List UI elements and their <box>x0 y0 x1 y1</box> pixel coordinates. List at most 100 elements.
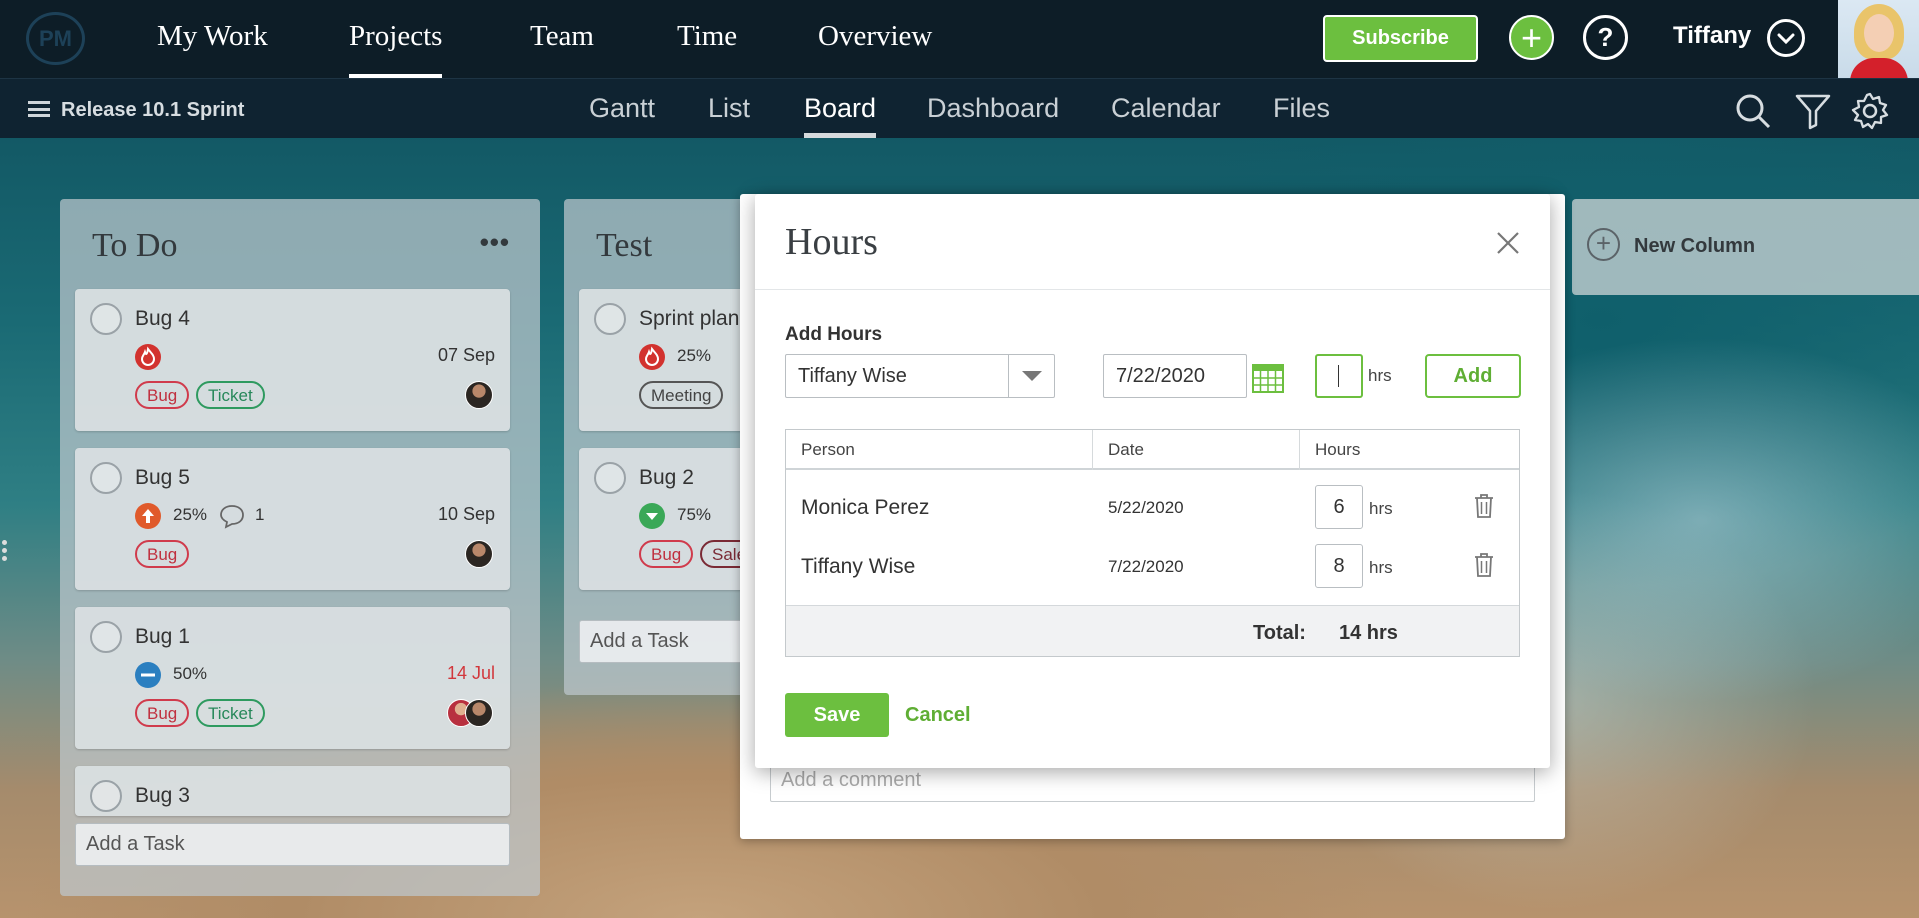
trash-icon[interactable] <box>1473 552 1495 578</box>
row-hours-unit: hrs <box>1369 558 1393 577</box>
progress-percent: 25% <box>677 346 712 365</box>
task-card[interactable]: Bug 5 25% 1 10 Sep Bug <box>75 448 510 590</box>
user-name[interactable]: Tiffany <box>1673 22 1751 50</box>
app-logo[interactable]: PM <box>26 12 85 65</box>
priority-medium-icon <box>135 662 161 688</box>
board-column-to-do: To Do ••• Bug 4 07 Sep Bug Ticket Bug 5 … <box>60 199 540 896</box>
date-input[interactable]: 7/22/2020 <box>1103 354 1247 398</box>
column-header-person: Person <box>801 440 855 459</box>
add-hours-button[interactable]: Add <box>1425 354 1521 398</box>
complete-checkbox[interactable] <box>594 462 626 494</box>
user-menu-chevron-icon[interactable] <box>1767 19 1805 57</box>
add-new-button[interactable]: + <box>1509 15 1554 60</box>
complete-checkbox[interactable] <box>90 462 122 494</box>
calendar-icon[interactable] <box>1252 363 1284 393</box>
due-date: 14 Jul <box>446 663 495 683</box>
top-navigation-bar: PM My Work Projects Team Time Overview S… <box>0 0 1919 79</box>
nav-time[interactable]: Time <box>677 20 737 53</box>
task-title[interactable]: Bug 3 <box>135 784 190 808</box>
tag-ticket[interactable]: Ticket <box>196 381 265 409</box>
progress-percent: 50% <box>173 664 208 683</box>
question-mark-icon: ? <box>1597 22 1614 52</box>
row-hours-input[interactable]: 6 <box>1315 485 1363 529</box>
complete-checkbox[interactable] <box>90 621 122 653</box>
person-select-value: Tiffany Wise <box>798 365 907 387</box>
progress-percent: 25% <box>173 505 208 524</box>
save-button[interactable]: Save <box>785 693 889 737</box>
nav-team[interactable]: Team <box>530 20 594 53</box>
assignee-avatar[interactable] <box>465 699 493 727</box>
row-hours-unit: hrs <box>1369 499 1393 518</box>
task-card[interactable]: Bug 4 07 Sep Bug Ticket <box>75 289 510 431</box>
row-date: 7/22/2020 <box>1108 557 1184 576</box>
tag-bug[interactable]: Bug <box>135 699 190 727</box>
total-row: Total: 14 hrs <box>786 605 1519 656</box>
column-title[interactable]: To Do <box>92 227 177 265</box>
task-title[interactable]: Bug 4 <box>135 307 190 331</box>
task-card[interactable]: Bug 1 50% 14 Jul Bug Ticket <box>75 607 510 749</box>
add-circle-icon: + <box>1587 228 1620 261</box>
due-date: 07 Sep <box>437 345 495 365</box>
drag-handle-icon[interactable] <box>2 540 8 564</box>
table-header-row: Person Date Hours <box>786 430 1519 470</box>
assignee-avatar[interactable] <box>465 540 493 568</box>
person-select[interactable]: Tiffany Wise <box>785 354 1055 398</box>
task-title[interactable]: Bug 5 <box>135 466 190 490</box>
project-sub-navigation: Release 10.1 Sprint Gantt List Board Das… <box>0 78 1919 138</box>
column-title[interactable]: Test <box>596 227 652 265</box>
complete-checkbox[interactable] <box>90 303 122 335</box>
nav-overview[interactable]: Overview <box>818 20 932 53</box>
nav-my-work[interactable]: My Work <box>157 20 268 53</box>
hours-input[interactable] <box>1315 354 1363 398</box>
comment-count: 1 <box>255 505 265 524</box>
tag-meeting[interactable]: Meeting <box>639 381 724 409</box>
tab-calendar[interactable]: Calendar <box>1111 93 1221 124</box>
more-options-icon[interactable]: ••• <box>480 227 510 258</box>
plus-icon: + <box>1520 16 1543 58</box>
help-button[interactable]: ? <box>1583 15 1628 60</box>
row-hours-input[interactable]: 8 <box>1315 544 1363 588</box>
priority-low-arrow-down-icon <box>639 503 665 529</box>
tag-bug[interactable]: Bug <box>135 381 190 409</box>
project-name[interactable]: Release 10.1 Sprint <box>61 99 244 122</box>
task-title[interactable]: Sprint plan <box>639 307 739 331</box>
add-task-input[interactable]: Add a Task <box>75 823 510 866</box>
tag-ticket[interactable]: Ticket <box>196 699 265 727</box>
progress-percent: 75% <box>677 505 712 524</box>
tab-files[interactable]: Files <box>1273 93 1330 124</box>
priority-high-arrow-up-icon <box>135 503 161 529</box>
task-title[interactable]: Bug 1 <box>135 625 190 649</box>
due-date: 10 Sep <box>437 504 495 524</box>
dropdown-toggle[interactable] <box>1008 355 1054 397</box>
trash-icon[interactable] <box>1473 493 1495 519</box>
hours-unit-label: hrs <box>1368 366 1392 385</box>
settings-gear-icon[interactable] <box>1850 91 1890 131</box>
filter-icon[interactable] <box>1793 91 1833 131</box>
comment-icon[interactable] <box>218 503 246 529</box>
priority-critical-icon <box>639 344 665 370</box>
tab-list[interactable]: List <box>708 93 750 124</box>
complete-checkbox[interactable] <box>594 303 626 335</box>
tab-board[interactable]: Board <box>804 93 877 138</box>
tag-bug[interactable]: Bug <box>639 540 694 568</box>
tag-bug[interactable]: Bug <box>135 540 190 568</box>
assignee-avatar[interactable] <box>465 381 493 409</box>
tab-gantt[interactable]: Gantt <box>589 93 655 124</box>
close-icon[interactable] <box>1495 230 1521 256</box>
search-icon[interactable] <box>1733 91 1773 131</box>
nav-projects[interactable]: Projects <box>349 20 443 79</box>
subscribe-button[interactable]: Subscribe <box>1323 15 1478 62</box>
new-column-button[interactable]: + New Column <box>1572 199 1919 295</box>
hours-table: Person Date Hours Monica Perez 5/22/2020… <box>785 429 1520 657</box>
column-header-hours: Hours <box>1315 440 1361 459</box>
hamburger-menu-icon[interactable] <box>28 101 50 117</box>
task-title[interactable]: Bug 2 <box>639 466 694 490</box>
complete-checkbox[interactable] <box>90 780 122 812</box>
task-card[interactable]: Bug 3 <box>75 766 510 816</box>
row-person: Tiffany Wise <box>801 555 916 578</box>
user-avatar[interactable] <box>1838 0 1919 78</box>
tab-dashboard[interactable]: Dashboard <box>927 93 1059 124</box>
add-hours-label: Add Hours <box>785 324 883 345</box>
cancel-button[interactable]: Cancel <box>905 704 971 727</box>
text-cursor <box>1338 365 1339 387</box>
